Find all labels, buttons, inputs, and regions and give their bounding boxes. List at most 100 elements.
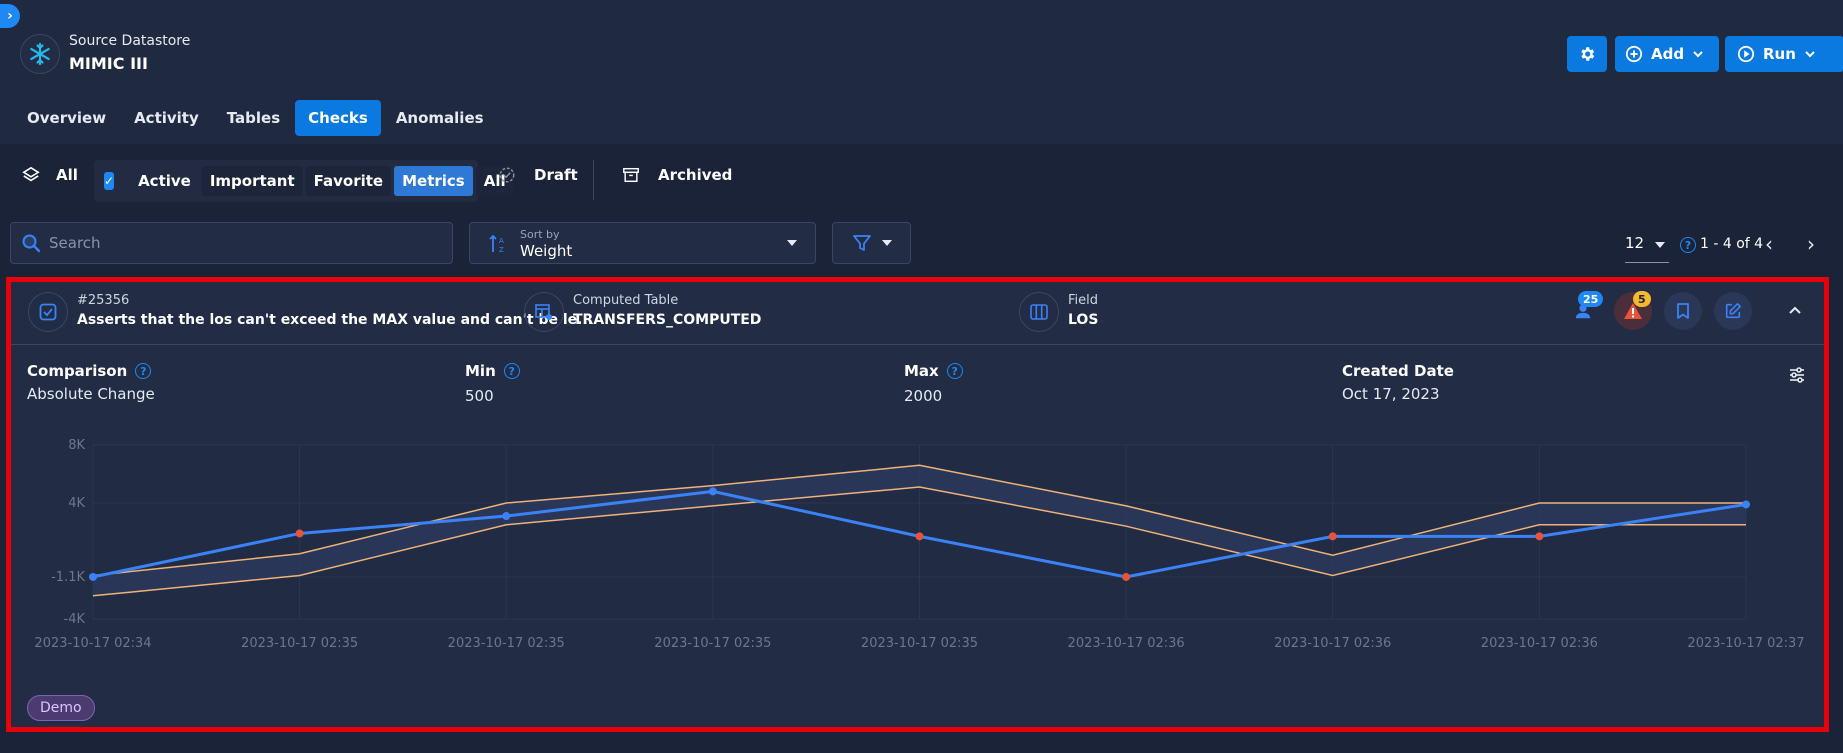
metric-point: [89, 572, 97, 581]
x-tick-label: 2023-10-17 02:35: [654, 636, 771, 651]
filter-archived[interactable]: Archived: [622, 166, 732, 184]
page-range: 1 - 4 of 4: [1700, 236, 1764, 252]
sort-caption: Sort by: [520, 228, 560, 241]
anomaly-count-badge: 5: [1633, 291, 1651, 307]
x-tick-label: 2023-10-17 02:36: [1274, 636, 1391, 651]
owner-count-badge: 25: [1578, 291, 1604, 307]
filter-button[interactable]: [832, 222, 911, 264]
plus-circle-icon: [1625, 45, 1643, 63]
datastore-name: MIMIC III: [69, 54, 148, 73]
tab-tables[interactable]: Tables: [214, 100, 293, 136]
filter-draft-label: Draft: [534, 166, 578, 184]
draft-icon: [499, 167, 515, 183]
x-tick-label: 2023-10-17 02:35: [861, 636, 978, 651]
check-id: #25356: [77, 293, 130, 308]
sort-select[interactable]: A Z Sort by Weight: [469, 222, 816, 264]
sidebar-expand-icon[interactable]: ›: [0, 4, 20, 28]
run-label: Run: [1763, 45, 1796, 63]
status-filter-bar: All ✓ Active Important Favorite Metrics …: [0, 158, 1843, 202]
filter-all[interactable]: All: [22, 166, 78, 184]
x-tick-label: 2023-10-17 02:34: [34, 636, 151, 651]
chevron-down-icon: [787, 240, 797, 246]
x-tick-label: 2023-10-17 02:37: [1687, 636, 1804, 651]
table-type-label: Computed Table: [573, 293, 679, 308]
sort-icon: A Z: [489, 234, 504, 254]
filter-favorite[interactable]: Favorite: [305, 166, 392, 196]
bookmark-button[interactable]: [1664, 292, 1702, 330]
svg-text:A: A: [499, 237, 504, 245]
add-label: Add: [1651, 45, 1685, 63]
filter-active[interactable]: Active: [130, 166, 199, 196]
filter-all-label: All: [56, 166, 78, 184]
created-date-label: Created Date: [1342, 362, 1454, 380]
anomaly-point: [915, 532, 924, 541]
chevron-down-icon: [1805, 51, 1815, 58]
min-label-text: Min: [465, 362, 496, 380]
pagination: 12 ? 1 - 4 of 4 ‹ ›: [1625, 232, 1835, 263]
field-name[interactable]: LOS: [1068, 312, 1098, 328]
per-page-value[interactable]: 12: [1625, 234, 1644, 252]
add-button[interactable]: Add: [1615, 36, 1719, 72]
y-tick-label: 8K: [68, 438, 85, 453]
anomaly-point: [1328, 532, 1337, 541]
comparison-label-text: Comparison: [27, 362, 128, 380]
search-icon: [22, 234, 41, 253]
help-icon[interactable]: ?: [503, 363, 520, 379]
filter-important[interactable]: Important: [201, 166, 303, 196]
max-value: 2000: [904, 387, 943, 405]
computed-table-icon: [524, 292, 564, 332]
datastore-tabs: Overview Activity Tables Checks Anomalie…: [14, 100, 499, 136]
comparison-value: Absolute Change: [27, 385, 155, 403]
gear-icon: [1581, 47, 1595, 61]
sort-value: Weight: [520, 242, 573, 260]
comparison-label: Comparison ?: [27, 362, 152, 380]
created-label-text: Created Date: [1342, 362, 1454, 380]
help-icon[interactable]: ?: [1680, 237, 1696, 253]
search-input[interactable]: [49, 234, 429, 252]
x-tick-label: 2023-10-17 02:36: [1068, 636, 1185, 651]
max-label-text: Max: [904, 362, 939, 380]
tab-activity[interactable]: Activity: [121, 100, 212, 136]
anomaly-point: [1122, 572, 1131, 581]
run-button[interactable]: Run: [1725, 36, 1843, 72]
help-icon[interactable]: ?: [946, 363, 963, 379]
metric-line-chart: 8K 4K -1.1K -4K 2023-10-17 02:34 2023-10-17 0…: [34, 438, 1804, 651]
field-label: Field: [1068, 293, 1099, 308]
datastore-type-label: Source Datastore: [69, 33, 191, 49]
search-box: [10, 222, 453, 264]
y-tick-label: 4K: [68, 496, 85, 511]
datastore-header: › Source Datastore MIMIC III Add Run Ove…: [0, 0, 1843, 144]
tab-overview[interactable]: Overview: [14, 100, 119, 136]
filter-draft[interactable]: Draft: [498, 166, 578, 184]
edit-button[interactable]: [1714, 292, 1752, 330]
settings-button[interactable]: [1567, 36, 1607, 72]
card-header-divider: [10, 344, 1828, 345]
table-name[interactable]: TRANSFERS_COMPUTED: [573, 312, 761, 328]
x-tick-label: 2023-10-17 02:35: [241, 636, 358, 651]
collapse-chevron-icon[interactable]: [1787, 302, 1803, 322]
tab-checks[interactable]: Checks: [295, 100, 381, 136]
tab-anomalies[interactable]: Anomalies: [383, 100, 497, 136]
y-tick-label: -1.1K: [51, 570, 85, 585]
check-description[interactable]: Asserts that the los can't exceed the MA…: [77, 312, 593, 328]
chevron-down-icon[interactable]: [1655, 242, 1665, 248]
field-columns-icon: [1019, 292, 1059, 332]
filter-metrics[interactable]: Metrics: [394, 166, 473, 196]
min-label: Min ?: [465, 362, 520, 380]
chevron-down-icon: [881, 240, 892, 246]
min-value: 500: [465, 387, 494, 405]
chart-settings-icon[interactable]: [1788, 366, 1806, 388]
chevron-down-icon: [1693, 51, 1703, 58]
active-checkbox-icon[interactable]: ✓: [104, 172, 115, 190]
funnel-icon: [852, 235, 871, 251]
tag-badge[interactable]: Demo: [27, 695, 95, 721]
next-page-icon[interactable]: ›: [1807, 232, 1815, 256]
filter-archived-label: Archived: [658, 166, 733, 184]
per-page-underline: [1625, 262, 1669, 263]
snowflake-icon: [20, 34, 60, 74]
archive-icon: [623, 167, 639, 183]
help-icon[interactable]: ?: [135, 363, 152, 379]
x-tick-label: 2023-10-17 02:36: [1481, 636, 1598, 651]
layers-icon: [22, 166, 40, 182]
prev-page-icon[interactable]: ‹: [1765, 232, 1773, 256]
